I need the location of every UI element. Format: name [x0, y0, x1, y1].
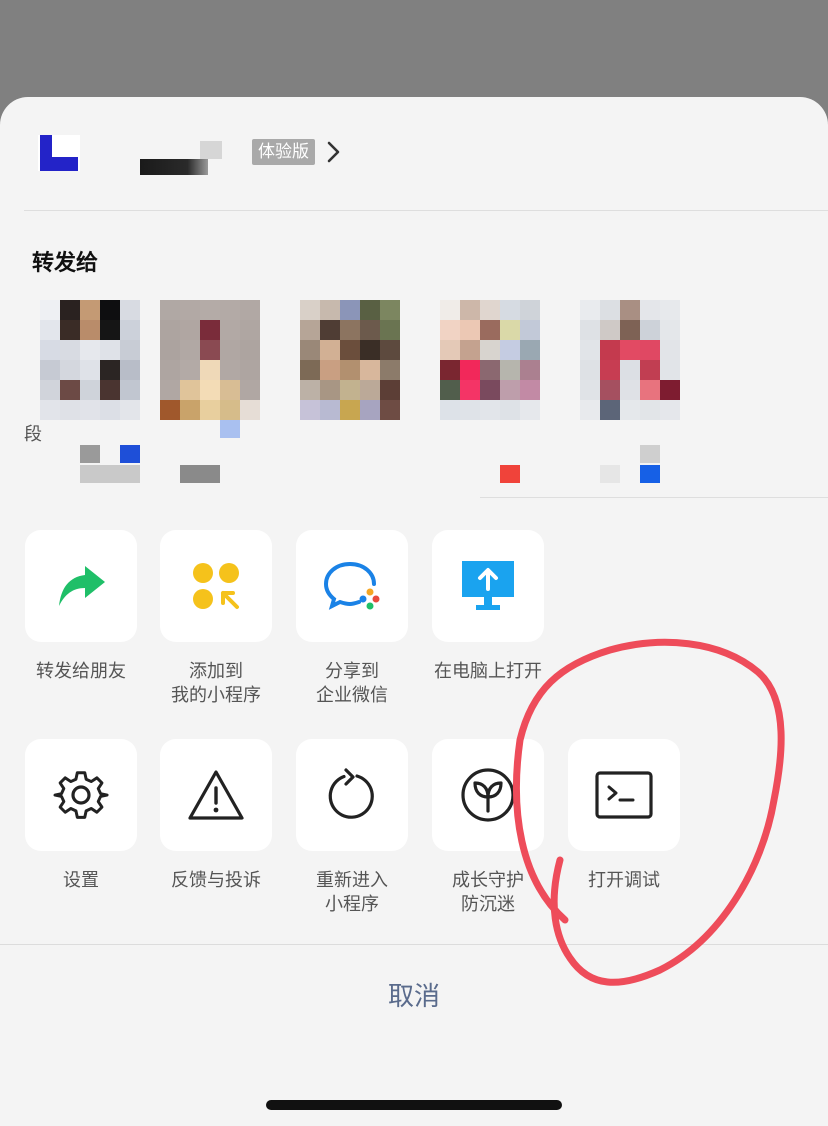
contact-avatar[interactable] — [580, 300, 680, 483]
contact-avatar[interactable] — [440, 300, 540, 483]
reload-icon — [328, 768, 374, 819]
warning-icon — [188, 770, 244, 820]
action-label: 分享到 企业微信 — [316, 661, 388, 706]
open-on-pc-icon — [462, 561, 514, 610]
action-sheet: 体验版 转发给 段 转发给朋友 添加到 我的小程序 分享到 企业微信 在电脑上打… — [0, 97, 828, 1126]
reenter-miniprogram-action[interactable]: 重新进入 小程序 — [296, 739, 408, 917]
action-label: 打开调试 — [588, 870, 660, 891]
action-label: 在电脑上打开 — [434, 661, 542, 682]
settings-tile[interactable] — [25, 739, 137, 851]
contact-avatar[interactable] — [300, 300, 400, 420]
share-to-wecom-tile[interactable] — [296, 530, 408, 642]
chevron-right-icon[interactable] — [322, 140, 344, 164]
feedback-tile[interactable] — [160, 739, 272, 851]
gear-icon — [53, 771, 109, 819]
growth-guard-action[interactable]: 成长守护 防沉迷 — [432, 739, 544, 917]
open-on-pc-action[interactable]: 在电脑上打开 — [432, 530, 544, 684]
app-name-redacted-fragment — [200, 141, 222, 159]
add-miniprogram-icon — [193, 563, 239, 609]
share-to-wecom-action[interactable]: 分享到 企业微信 — [296, 530, 408, 708]
app-name-redacted — [140, 159, 208, 175]
share-section-title: 转发给 — [32, 251, 99, 276]
divider — [480, 497, 828, 498]
share-arrow-icon — [59, 566, 105, 606]
open-debug-tile[interactable] — [568, 739, 680, 851]
open-debug-action[interactable]: 打开调试 — [568, 739, 680, 893]
forward-to-friend-action[interactable]: 转发给朋友 — [25, 530, 137, 684]
open-on-pc-tile[interactable] — [432, 530, 544, 642]
growth-guard-tile[interactable] — [432, 739, 544, 851]
cancel-button[interactable]: 取消 — [0, 967, 828, 1027]
miniprogram-header[interactable]: 体验版 — [0, 97, 828, 209]
contact-name-partial: 段 — [24, 424, 42, 445]
action-label: 转发给朋友 — [36, 661, 126, 682]
action-label: 设置 — [63, 870, 99, 891]
recent-contacts-row: 段 — [0, 292, 828, 502]
action-label: 重新进入 小程序 — [316, 870, 388, 915]
reenter-miniprogram-tile[interactable] — [296, 739, 408, 851]
wecom-icon — [323, 562, 380, 610]
feedback-action[interactable]: 反馈与投诉 — [160, 739, 272, 893]
settings-action[interactable]: 设置 — [25, 739, 137, 893]
action-label: 反馈与投诉 — [171, 870, 261, 891]
sprout-icon — [461, 768, 515, 822]
contact-avatar[interactable] — [160, 300, 260, 483]
add-to-my-miniprograms-tile[interactable] — [160, 530, 272, 642]
terminal-icon — [595, 771, 653, 819]
forward-to-friend-tile[interactable] — [25, 530, 137, 642]
divider — [24, 210, 828, 211]
action-label: 添加到 我的小程序 — [171, 661, 261, 706]
action-label: 成长守护 防沉迷 — [452, 870, 524, 915]
contact-avatar[interactable] — [40, 300, 140, 483]
add-to-my-miniprograms-action[interactable]: 添加到 我的小程序 — [160, 530, 272, 708]
divider — [0, 944, 828, 945]
app-logo — [38, 135, 80, 171]
home-indicator — [266, 1100, 562, 1110]
trial-version-badge: 体验版 — [252, 139, 315, 165]
